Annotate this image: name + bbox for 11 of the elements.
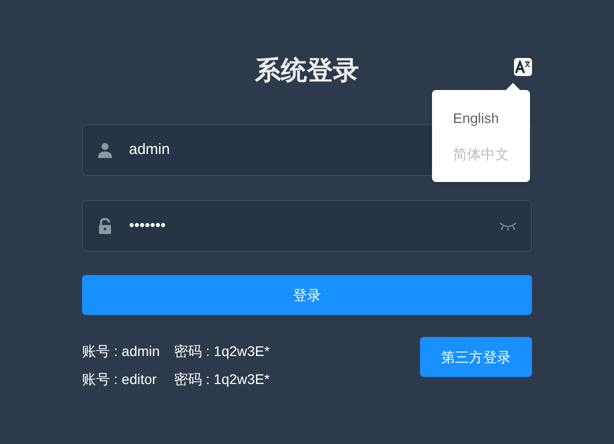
- lock-icon: [97, 218, 113, 234]
- password-hint: 密码 : 1q2w3E*: [174, 370, 270, 389]
- account-hint: 账号 : admin: [82, 342, 161, 361]
- account-hint: 账号 : editor: [82, 370, 158, 389]
- password-hint: 密码 : 1q2w3E*: [174, 342, 270, 361]
- user-icon: [97, 142, 113, 158]
- password-input[interactable]: •••••••: [129, 214, 499, 238]
- page-title: 系统登录: [255, 54, 359, 86]
- password-field[interactable]: •••••••: [82, 200, 532, 252]
- eye-closed-icon[interactable]: [499, 222, 517, 230]
- translate-icon[interactable]: [514, 58, 532, 76]
